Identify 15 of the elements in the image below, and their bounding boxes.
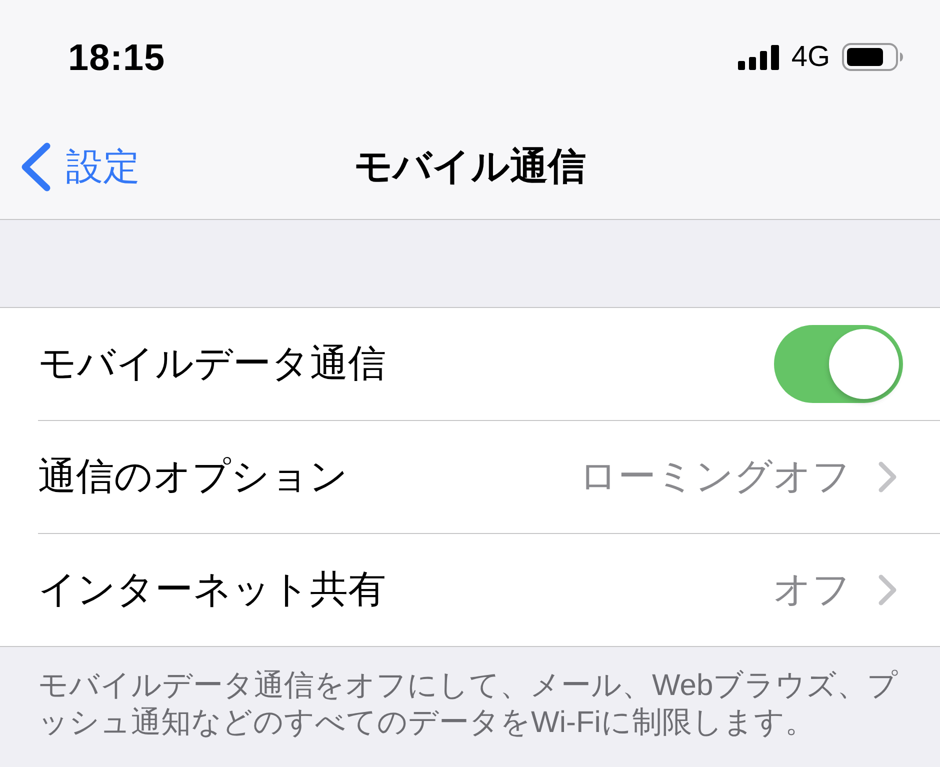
status-time: 18:15 xyxy=(68,38,166,76)
network-type: 4G xyxy=(791,42,830,72)
chevron-right-icon xyxy=(878,461,897,493)
back-button[interactable]: 設定 xyxy=(0,142,140,192)
chevron-left-icon xyxy=(20,142,51,192)
footer-note: モバイルデータ通信をオフにして、メール、Webブラウズ、プッシュ通知などのすべてのデータをWi-Fiに制限します。 xyxy=(38,668,900,741)
signal-icon xyxy=(738,44,780,70)
row-label[interactable]: インターネット共有 xyxy=(38,571,386,609)
row-value: ローミングオフ xyxy=(579,458,851,496)
screen-title: モバイル通信 xyxy=(354,148,586,186)
row-label: モバイルデータ通信 xyxy=(38,345,386,383)
battery-icon xyxy=(842,43,903,71)
row-value: オフ xyxy=(773,571,851,609)
row-label[interactable]: 通信のオプション xyxy=(38,458,348,496)
chevron-right-icon xyxy=(878,574,897,606)
